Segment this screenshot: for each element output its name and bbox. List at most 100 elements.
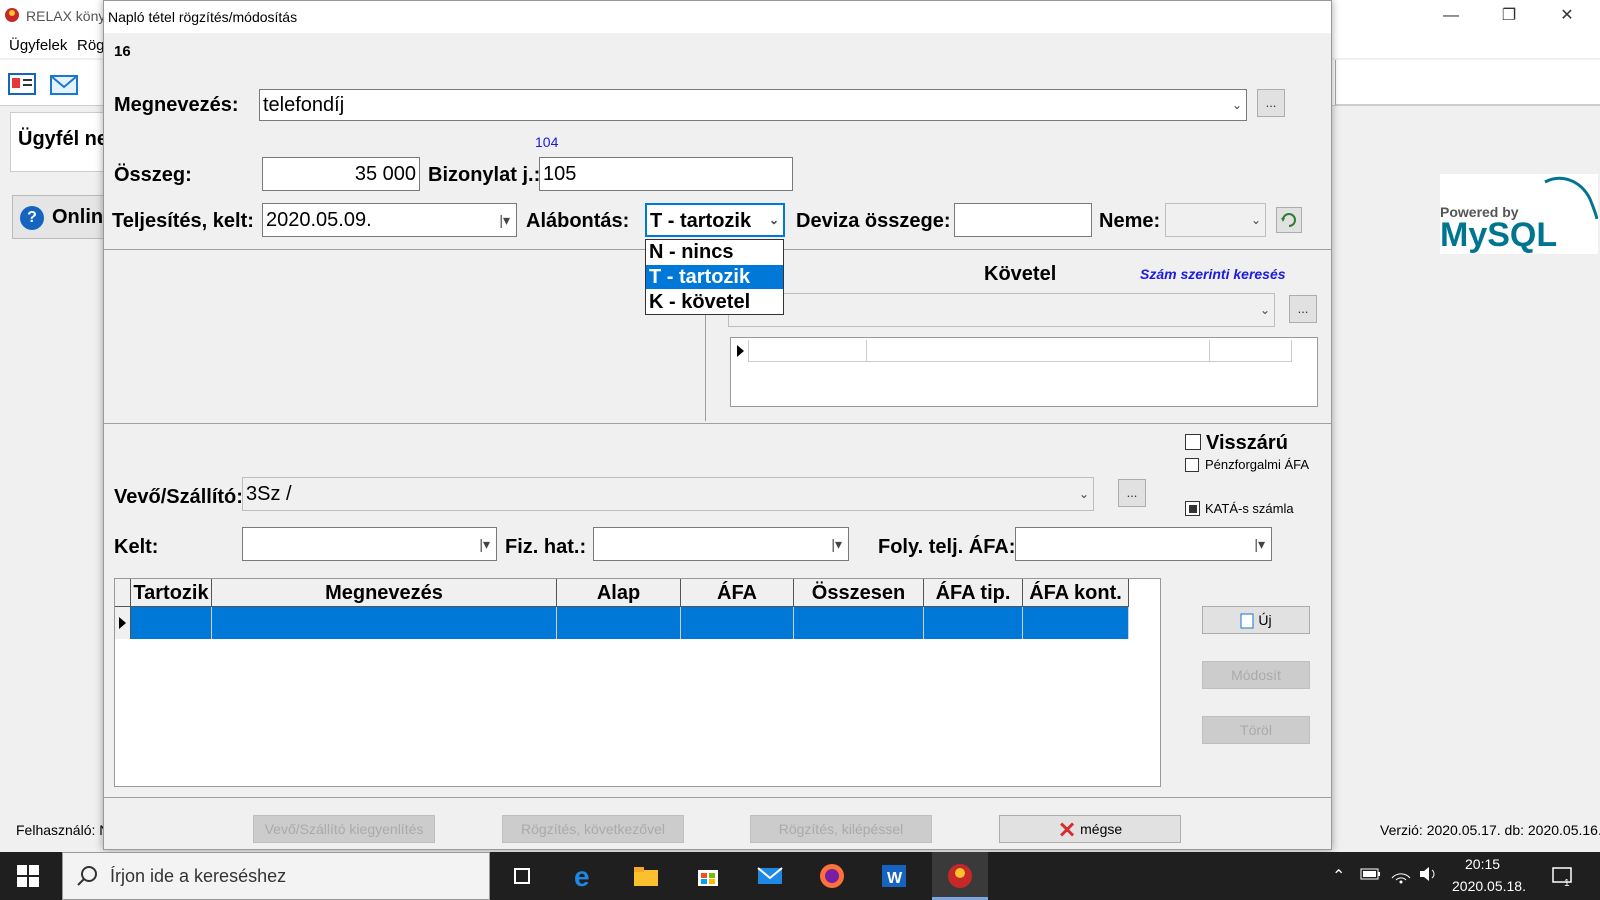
date-dropdown-icon: |▾ [831, 536, 842, 552]
user-label: Felhasználó: N [16, 822, 110, 838]
table-row-cell[interactable] [681, 607, 794, 639]
help-icon: ? [20, 206, 44, 230]
word-icon[interactable]: W [878, 860, 910, 892]
col-tartozik[interactable]: Tartozik [131, 579, 212, 607]
table-row-cell[interactable] [924, 607, 1023, 639]
kovetel-grid-cell[interactable] [867, 340, 1210, 362]
kovetel-label: Követel [984, 263, 1057, 285]
network-icon[interactable] [1390, 864, 1412, 889]
table-row-cell[interactable] [557, 607, 681, 639]
row-pointer-icon [119, 617, 126, 629]
row-pointer-icon [737, 345, 744, 357]
clock-time[interactable]: 20:15 [1465, 856, 1500, 872]
table-row-cell[interactable] [1023, 607, 1129, 639]
megnevezes-combobox[interactable]: telefondíj ⌄ [259, 89, 1247, 121]
new-button[interactable]: Új [1202, 606, 1310, 634]
col-afa[interactable]: ÁFA [681, 579, 794, 607]
maximize-button[interactable]: ❐ [1486, 4, 1532, 28]
edge-icon[interactable]: e [568, 860, 600, 892]
visszaru-checkbox[interactable] [1185, 434, 1201, 450]
kovetel-grid [730, 337, 1318, 407]
megnevezes-label: Megnevezés: [114, 94, 239, 116]
svg-text:e: e [574, 861, 590, 892]
kelt-date-picker[interactable]: |▾ [242, 527, 497, 561]
mail-icon[interactable] [48, 68, 80, 100]
kovetel-grid-cell[interactable] [1210, 340, 1292, 362]
visszaru-label: Visszárú [1206, 432, 1288, 454]
modify-button[interactable]: Módosít [1202, 661, 1310, 689]
notification-icon[interactable]: 1 [1550, 864, 1574, 893]
fizhat-label: Fiz. hat.: [505, 536, 587, 558]
record-id: 16 [114, 43, 131, 60]
option-nincs[interactable]: N - nincs [646, 240, 783, 264]
col-afa-kont[interactable]: ÁFA kont. [1023, 579, 1129, 607]
teljesites-date-picker[interactable]: 2020.05.09. |▾ [262, 203, 517, 237]
clock-date[interactable]: 2020.05.18. [1452, 878, 1526, 894]
chevron-down-icon: ⌄ [1259, 303, 1270, 317]
volume-icon[interactable] [1418, 864, 1440, 889]
penzforgalmi-checkbox[interactable] [1185, 458, 1199, 472]
option-tartozik[interactable]: T - tartozik [646, 265, 783, 289]
szam-kereses-link[interactable]: Szám szerinti keresés [1140, 266, 1286, 282]
bizonylat-input[interactable]: 105 [539, 157, 793, 191]
foly-date-picker[interactable]: |▾ [1015, 527, 1272, 561]
osszeg-input[interactable]: 35 000 [262, 157, 420, 191]
section-divider [104, 797, 1331, 798]
chevron-up-icon[interactable]: ⌃ [1332, 866, 1345, 886]
svg-text:W: W [887, 870, 903, 887]
table-row-cell[interactable] [212, 607, 557, 639]
section-divider [104, 423, 1331, 424]
windows-start-icon[interactable] [14, 862, 42, 890]
alabontas-select[interactable]: T - tartozik ⌄ [645, 203, 785, 237]
vevo-more-button[interactable]: ... [1118, 479, 1146, 507]
neme-select[interactable]: ⌄ [1165, 203, 1266, 237]
kovetel-grid-cell[interactable] [749, 340, 867, 362]
kata-checkbox[interactable] [1185, 501, 1200, 516]
mail-app-icon[interactable] [754, 860, 786, 892]
col-megnevezes[interactable]: Megnevezés [212, 579, 557, 607]
save-next-button[interactable]: Rögzítés, következővel [502, 815, 684, 843]
megnevezes-value: telefondíj [263, 94, 345, 116]
deviza-input[interactable] [954, 203, 1092, 237]
refresh-button[interactable] [1276, 207, 1302, 233]
col-alap[interactable]: Alap [557, 579, 681, 607]
alabontas-value: T - tartozik [650, 210, 752, 232]
menu-rogzites[interactable]: Rög [77, 37, 105, 54]
close-window-button[interactable]: ✕ [1544, 4, 1590, 28]
neme-label: Neme: [1099, 210, 1161, 232]
minimize-button[interactable]: — [1428, 4, 1474, 28]
option-kovetel[interactable]: K - követel [646, 290, 783, 314]
megnevezes-more-button[interactable]: ... [1257, 89, 1285, 117]
table-row-cell[interactable] [794, 607, 924, 639]
col-afa-tip[interactable]: ÁFA tip. [924, 579, 1023, 607]
kovetel-more-button[interactable]: ... [1289, 295, 1317, 323]
menu-ugyfelek[interactable]: Ügyfelek [9, 37, 67, 54]
store-icon[interactable] [692, 860, 724, 892]
task-view-icon[interactable] [506, 860, 538, 892]
journal-entry-dialog: Napló tétel rögzítés/módosítás 16 Megnev… [103, 0, 1332, 850]
vevo-select[interactable]: 3Sz / ⌄ [242, 477, 1094, 511]
table-row-cell[interactable] [131, 607, 212, 639]
row-indicator [733, 340, 749, 362]
svg-text:1: 1 [1564, 878, 1570, 888]
contact-card-icon[interactable] [6, 68, 38, 100]
deviza-label: Deviza összege: [796, 210, 951, 232]
battery-icon[interactable] [1360, 866, 1382, 887]
new-button-label: Új [1258, 612, 1272, 628]
kelt-label: Kelt: [114, 536, 159, 558]
firefox-icon[interactable] [816, 860, 848, 892]
kata-label: KATÁ-s számla [1205, 501, 1294, 516]
close-icon: ✕ [1057, 817, 1077, 843]
delete-button[interactable]: Töröl [1202, 716, 1310, 744]
file-explorer-icon[interactable] [630, 860, 662, 892]
col-osszesen[interactable]: Összesen [794, 579, 924, 607]
kovetel-account-select[interactable]: ⌄ [728, 293, 1275, 327]
cancel-button-label: mégse [1080, 821, 1123, 837]
save-exit-button[interactable]: Rögzítés, kilépéssel [750, 815, 932, 843]
fizhat-date-picker[interactable]: |▾ [593, 527, 849, 561]
relax-taskbar-button[interactable] [932, 852, 988, 900]
cancel-button[interactable]: ✕ mégse [999, 815, 1181, 843]
dialog-title: Napló tétel rögzítés/módosítás [108, 9, 298, 25]
date-dropdown-icon: |▾ [499, 212, 510, 228]
settlement-button[interactable]: Vevő/Szállító kiegyenlítés [253, 815, 435, 843]
